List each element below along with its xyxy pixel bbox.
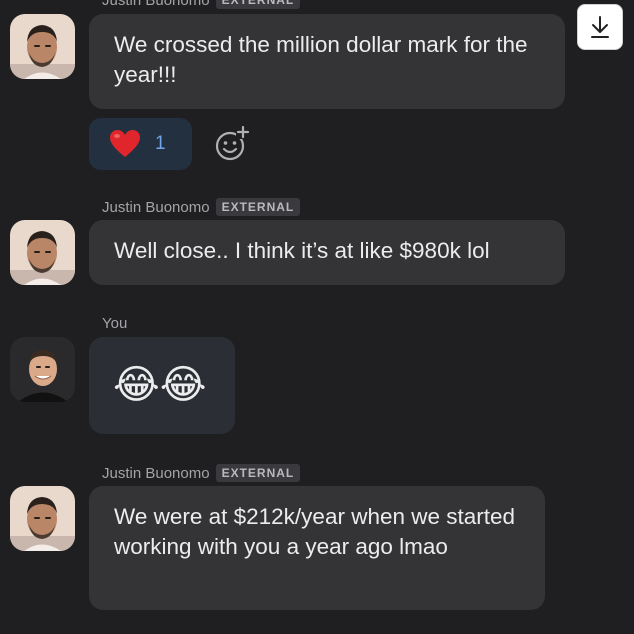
message-bubble[interactable]: 😂😂 (89, 337, 235, 434)
avatar-photo (10, 486, 75, 551)
external-badge: EXTERNAL (215, 0, 301, 9)
sender-name[interactable]: Justin Buonomo (102, 199, 210, 216)
add-reaction-icon (215, 125, 250, 161)
avatar-photo (10, 220, 75, 285)
message-text: 😂😂 (113, 362, 207, 408)
download-icon (591, 16, 609, 38)
external-badge: EXTERNAL (215, 464, 301, 482)
reaction-count: 1 (155, 133, 166, 154)
message-sender-line: Justin Buonomo EXTERNAL (102, 463, 301, 483)
add-reaction-button[interactable] (212, 124, 252, 164)
sender-name: You (102, 314, 128, 332)
message-bubble[interactable]: We crossed the million dollar mark for t… (89, 14, 565, 109)
sender-name[interactable]: Justin Buonomo (102, 0, 210, 9)
sender-name[interactable]: Justin Buonomo (102, 465, 210, 482)
download-button[interactable] (577, 4, 623, 50)
message-text: Well close.. I think it’s at like $980k … (114, 238, 490, 263)
message-text: We were at $212k/year when we started wo… (114, 504, 516, 559)
message-sender-line: You (102, 313, 127, 333)
message-bubble[interactable]: Well close.. I think it’s at like $980k … (89, 220, 565, 285)
reaction-chip[interactable]: 1 (89, 118, 192, 170)
avatar[interactable] (10, 337, 75, 402)
avatar[interactable] (10, 486, 75, 551)
heart-icon (110, 130, 140, 157)
message-sender-line: Justin Buonomo EXTERNAL (102, 0, 301, 10)
avatar-photo (10, 337, 75, 402)
external-badge: EXTERNAL (215, 198, 301, 216)
message-sender-line: Justin Buonomo EXTERNAL (102, 197, 301, 217)
avatar[interactable] (10, 14, 75, 79)
avatar-photo (10, 14, 75, 79)
message-text: We crossed the million dollar mark for t… (114, 32, 528, 87)
message-bubble[interactable]: We were at $212k/year when we started wo… (89, 486, 545, 610)
avatar[interactable] (10, 220, 75, 285)
